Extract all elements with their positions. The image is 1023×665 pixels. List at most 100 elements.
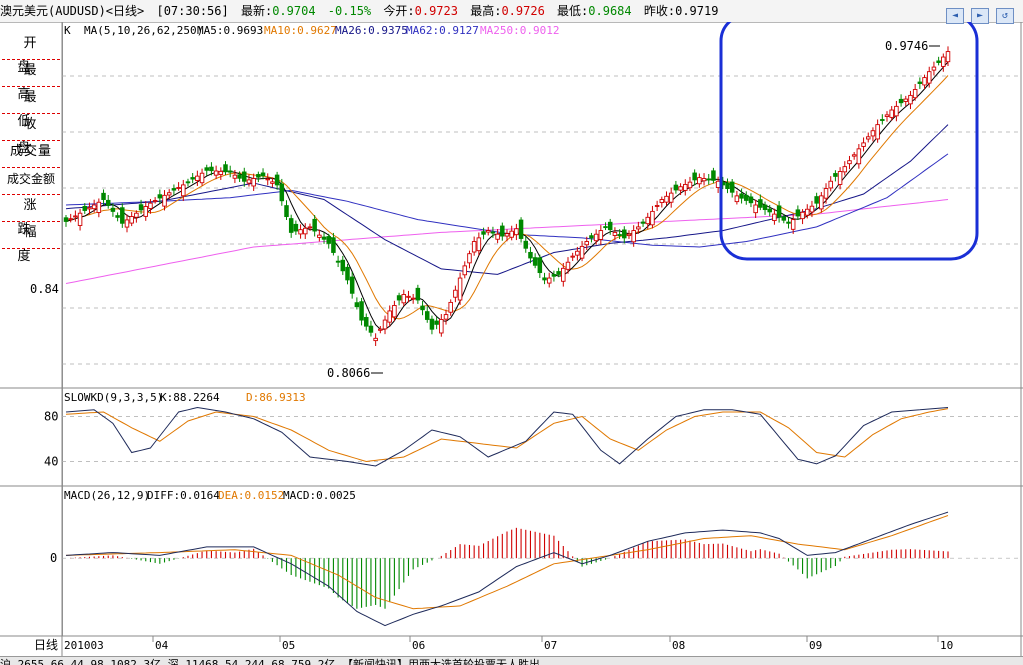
candle-body (209, 166, 214, 172)
macd-legend-dea: DEA:0.0152 (218, 489, 284, 502)
candle-body (288, 218, 294, 233)
candle-body (678, 186, 683, 191)
candle-body (645, 216, 650, 225)
candle-body (504, 233, 510, 237)
candle-body (847, 160, 852, 165)
candle-body (537, 257, 543, 274)
candle-body (528, 251, 533, 259)
candle-body (274, 174, 280, 186)
candle-body (265, 178, 270, 181)
candle-body (227, 170, 233, 173)
candle-body (439, 319, 444, 334)
candle-body (110, 207, 116, 212)
x-tick-label: 05 (282, 639, 295, 652)
candle-body (387, 310, 392, 323)
candle-body (579, 245, 585, 259)
candle-body (532, 257, 538, 266)
kd-tick-label: 40 (44, 455, 58, 469)
candle-body (134, 212, 139, 218)
candle-body (242, 171, 247, 182)
x-tick-label: 06 (412, 639, 425, 652)
candle-body (870, 130, 876, 137)
candle-body (758, 199, 763, 208)
candle-body (729, 181, 735, 193)
candle-body (593, 233, 599, 242)
candle-body (490, 231, 496, 234)
candle-body (420, 305, 425, 311)
kd-legend-d: D:86.9313 (246, 391, 306, 404)
candle-body (945, 51, 951, 63)
low-label: 最低: (557, 4, 589, 18)
candle-body (223, 164, 228, 173)
candle-body (664, 195, 669, 203)
candle-body (481, 231, 486, 235)
candle-body (776, 205, 782, 218)
candle-body (312, 218, 317, 232)
candle-body (434, 320, 439, 325)
price-grid: 0.84 (30, 75, 1021, 365)
candle-body (851, 154, 857, 157)
kd-grid: 80 40 (44, 410, 1021, 469)
candlestick-series (63, 46, 951, 346)
candle-body (701, 178, 707, 182)
candle-body (331, 237, 336, 253)
macd-legend-diff: DIFF:0.0164 (147, 489, 220, 502)
candle-body (814, 196, 819, 204)
candle-body (68, 218, 73, 221)
candle-body (303, 227, 308, 235)
candle-body (279, 183, 285, 202)
candle-body (148, 202, 153, 209)
candle-body (157, 194, 163, 199)
legend-ma5: MA5:0.9693 (197, 24, 263, 37)
candle-body (837, 171, 843, 185)
candle-body (800, 211, 805, 220)
candle-body (795, 209, 801, 217)
candle-body (898, 98, 904, 104)
candle-body (790, 219, 796, 230)
candle-body (687, 181, 693, 189)
candle-body (462, 265, 468, 276)
macd-histogram (70, 527, 949, 609)
candle-body (443, 314, 449, 320)
candle-body (91, 204, 97, 210)
candle-body (260, 172, 266, 177)
candle-body (382, 319, 388, 330)
candle-body (884, 114, 890, 117)
candle-body (364, 317, 369, 327)
candle-body (715, 180, 721, 189)
price-tick-label: 0.84 (30, 282, 59, 296)
high-label: 最高: (470, 4, 502, 18)
candle-body (748, 196, 754, 204)
candle-body (711, 170, 716, 181)
ma5-polyline (65, 61, 949, 330)
candle-body (138, 204, 144, 211)
candle-body (326, 236, 331, 244)
open-label: 今开: (383, 4, 415, 18)
price-legend: K MA(5,10,26,62,250) MA5:0.9693 MA10:0.9… (64, 24, 559, 37)
latest-label: 最新: (240, 4, 273, 18)
candle-body (162, 194, 167, 207)
candle-body (345, 266, 350, 281)
candle-body (908, 94, 913, 105)
title-bar: 澳元美元(AUDUSD)<日线> [07:30:56] 最新:0.9704 -0… (0, 0, 1023, 24)
macd-tick-label: 0 (50, 551, 57, 565)
candle-body (926, 71, 932, 84)
candle-body (317, 234, 322, 238)
candle-body (171, 188, 177, 191)
candle-body (640, 221, 646, 224)
candle-body (598, 230, 604, 240)
candle-body (622, 229, 627, 239)
candle-body (270, 181, 275, 184)
candle-body (181, 184, 186, 197)
candle-body (518, 219, 524, 239)
candle-body (349, 276, 355, 294)
candle-body (889, 109, 894, 118)
candle-body (575, 250, 580, 256)
candle-body (284, 205, 289, 218)
macd-legend-macd: MACD:0.0025 (283, 489, 356, 502)
candle-body (523, 240, 529, 249)
candle-body (668, 192, 674, 203)
candle-body (917, 81, 923, 84)
candle-body (565, 261, 571, 270)
candle-body (607, 221, 613, 231)
